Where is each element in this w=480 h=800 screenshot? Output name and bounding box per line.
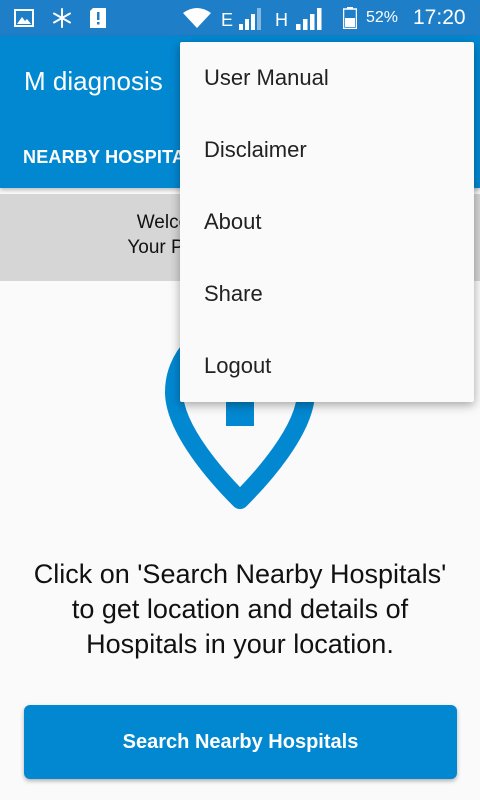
overflow-menu: User Manual Disclaimer About Share Logou… — [180, 42, 474, 402]
network-type-label: H — [275, 10, 288, 30]
menu-item-disclaimer[interactable]: Disclaimer — [180, 114, 474, 186]
network-type-label: E — [221, 10, 234, 30]
app-title: M diagnosis — [24, 66, 163, 96]
signal-icon — [239, 8, 261, 30]
signal-icon — [296, 8, 322, 30]
sim-alert-icon — [90, 8, 106, 28]
snowflake-icon — [53, 8, 71, 28]
image-icon — [14, 9, 34, 27]
wifi-icon — [183, 8, 211, 28]
menu-item-about[interactable]: About — [180, 186, 474, 258]
battery-icon — [343, 7, 357, 29]
clock-time: 17:20 — [413, 6, 466, 29]
status-bar: E H 52% 17:20 — [0, 0, 480, 36]
menu-item-user-manual[interactable]: User Manual — [180, 42, 474, 114]
menu-item-logout[interactable]: Logout — [180, 330, 474, 402]
app-screen: E H 52% 17:20 M diagnosis NEARBY HOSPITA… — [0, 0, 480, 800]
search-nearby-hospitals-button[interactable]: Search Nearby Hospitals — [24, 705, 457, 779]
menu-item-share[interactable]: Share — [180, 258, 474, 330]
battery-percentage: 52% — [366, 9, 399, 26]
instruction-text: Click on 'Search Nearby Hospitals' to ge… — [33, 559, 447, 659]
